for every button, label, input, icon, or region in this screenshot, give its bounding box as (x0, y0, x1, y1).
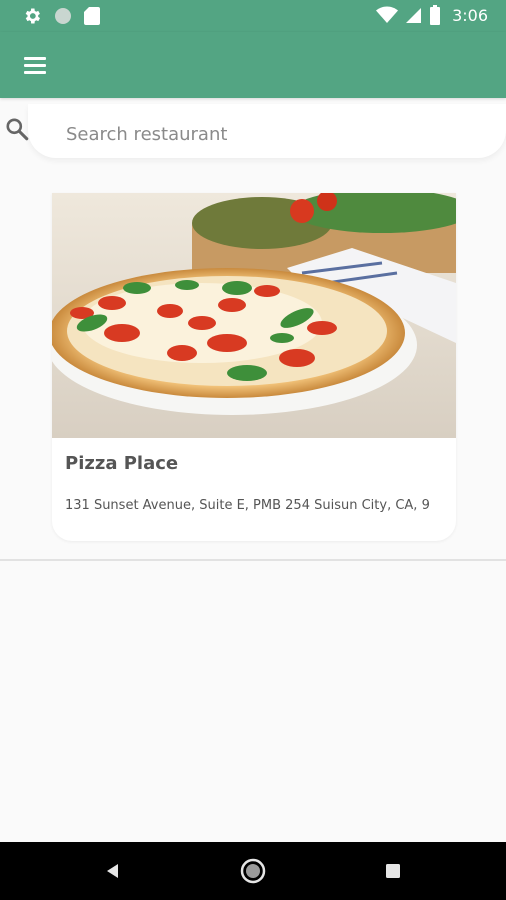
restaurant-name: Pizza Place (65, 453, 179, 474)
signal-icon (406, 8, 422, 23)
app-bar (0, 32, 506, 98)
wifi-icon (376, 6, 399, 23)
battery-icon (430, 5, 441, 25)
navigation-bar (0, 842, 506, 900)
status-bar: 3:06 (0, 0, 506, 32)
sd-card-icon (84, 7, 100, 25)
hamburger-menu-icon[interactable] (16, 50, 54, 80)
search-box[interactable] (28, 104, 506, 158)
search-icon[interactable] (4, 116, 30, 142)
status-right-icons: 3:06 (376, 5, 488, 25)
home-icon[interactable] (238, 856, 268, 886)
recents-icon[interactable] (378, 856, 408, 886)
app-screen: 3:06 Search restaurant Pizza Place 131 S… (0, 0, 506, 900)
search-input[interactable] (66, 118, 506, 150)
restaurant-address: 131 Sunset Avenue, Suite E, PMB 254 Suis… (65, 498, 430, 513)
restaurant-card[interactable]: Pizza Place 131 Sunset Avenue, Suite E, … (52, 193, 456, 541)
status-left-icons (22, 6, 100, 26)
status-time: 3:06 (452, 5, 488, 25)
back-icon[interactable] (98, 856, 128, 886)
restaurant-image (52, 193, 456, 438)
circle-icon (55, 8, 71, 24)
search-bar (0, 100, 506, 162)
gear-icon (25, 8, 40, 24)
divider (0, 559, 506, 561)
